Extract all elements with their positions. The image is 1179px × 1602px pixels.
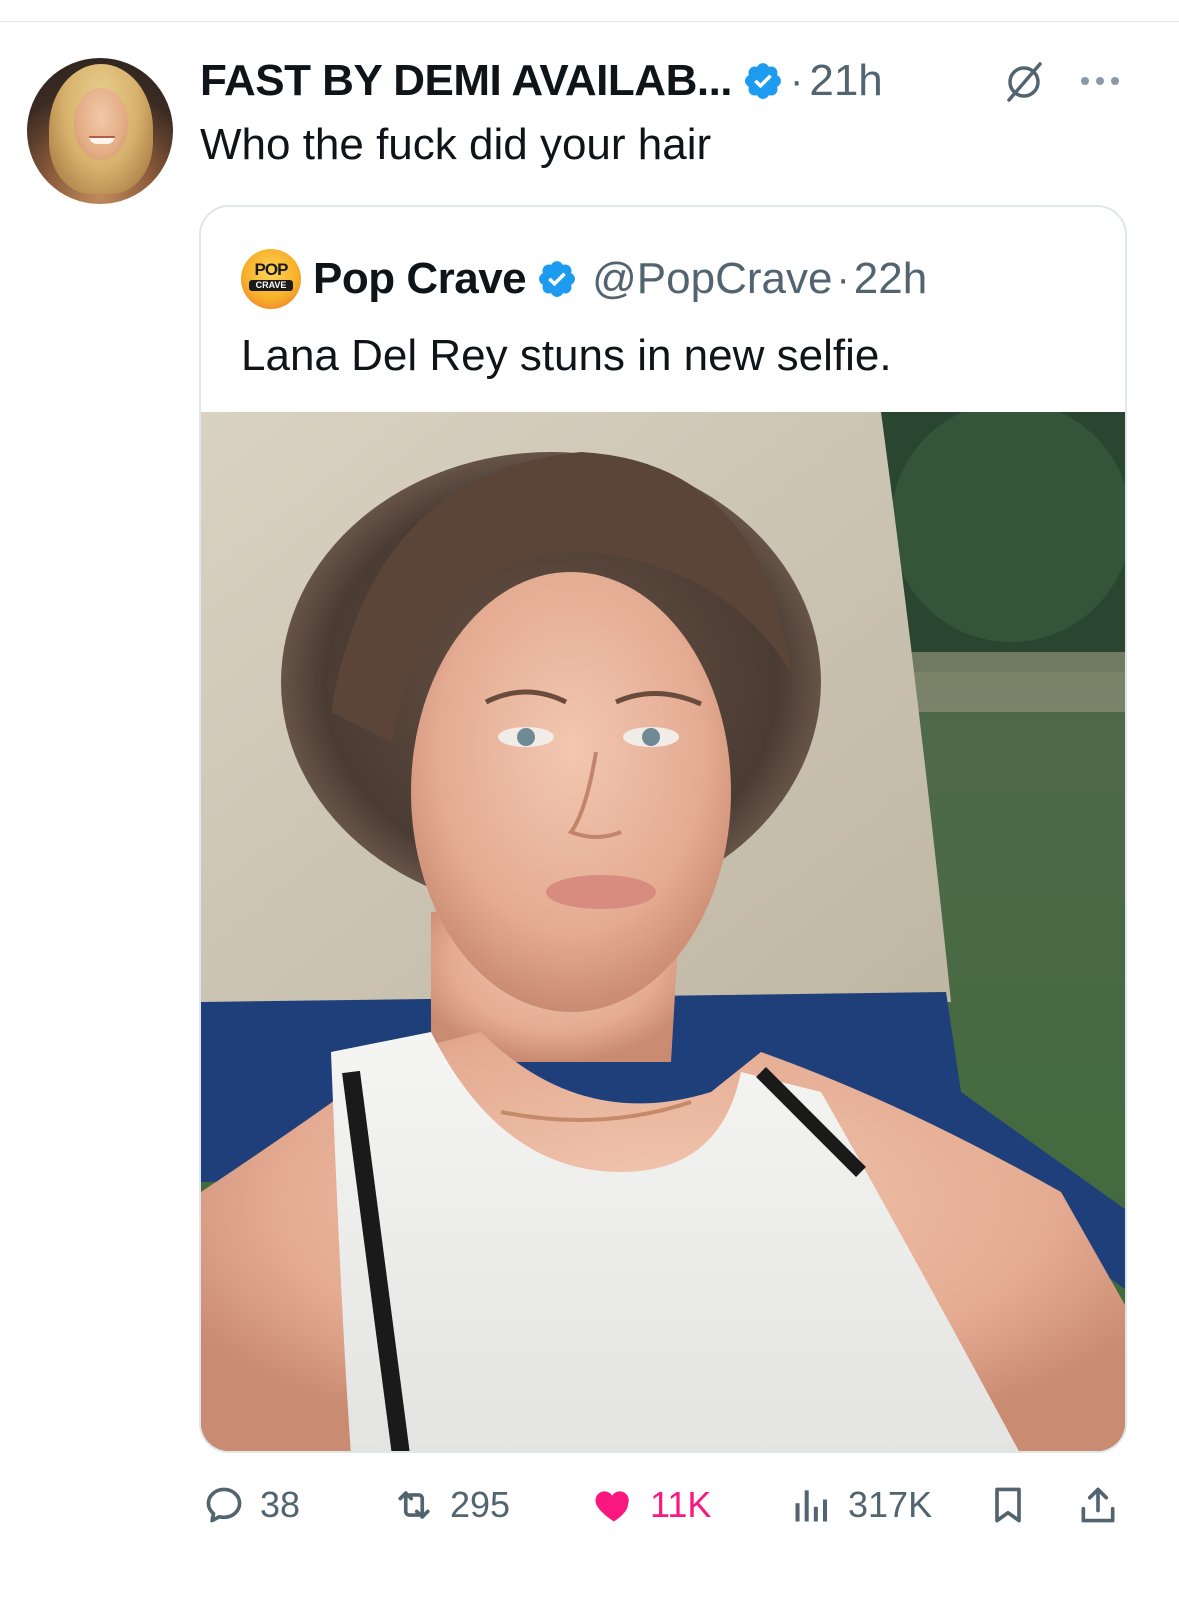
verified-badge-icon <box>539 261 576 297</box>
tweet: FAST BY DEMI AVAILAB... · 21h Who the fu… <box>0 0 1179 1602</box>
repost-button[interactable]: 295 <box>392 1470 510 1540</box>
tweet-time[interactable]: 21h <box>809 56 882 106</box>
quoted-author-avatar[interactable]: POP CRAVE <box>241 249 301 309</box>
heart-icon <box>595 1491 629 1522</box>
like-count: 11K <box>650 1484 712 1525</box>
repost-count: 295 <box>450 1484 511 1525</box>
reply-icon <box>206 1487 242 1523</box>
bookmark-icon <box>995 1487 1021 1523</box>
views-count: 317K <box>848 1484 933 1525</box>
quoted-tweet[interactable]: POP CRAVE Pop Crave @PopCrave · 22h Lana… <box>199 205 1127 1453</box>
pop-crave-logo-bottom: CRAVE <box>249 280 293 291</box>
reply-count: 38 <box>260 1484 301 1525</box>
quoted-tweet-photo[interactable] <box>201 412 1125 1451</box>
author-avatar[interactable] <box>27 58 173 204</box>
more-icon[interactable] <box>1078 74 1122 88</box>
tweet-text: Who the fuck did your hair <box>200 120 712 169</box>
share-button[interactable] <box>1076 1470 1120 1540</box>
verified-badge-icon <box>745 63 781 99</box>
reply-button[interactable]: 38 <box>202 1470 300 1540</box>
author-display-name[interactable]: FAST BY DEMI AVAILAB... <box>200 56 733 106</box>
views-button[interactable]: 317K <box>790 1470 932 1540</box>
action-bar: 38 295 11K 317K <box>0 1470 1179 1540</box>
repost-icon <box>398 1491 430 1519</box>
pop-crave-logo-top: POP <box>254 260 289 279</box>
share-icon <box>1081 1487 1115 1523</box>
quoted-tweet-header: POP CRAVE Pop Crave @PopCrave · 22h <box>241 249 927 309</box>
like-button[interactable]: 11K <box>592 1470 711 1540</box>
selfie-image <box>201 412 1125 1451</box>
separator: · <box>836 256 850 301</box>
tweet-header: FAST BY DEMI AVAILAB... · 21h <box>200 56 883 106</box>
quoted-author-handle[interactable]: @PopCrave <box>592 254 832 304</box>
separator: · <box>790 58 804 103</box>
quoted-tweet-text: Lana Del Rey stuns in new selfie. <box>241 331 892 380</box>
grok-icon[interactable] <box>1000 60 1048 104</box>
views-icon <box>795 1490 828 1522</box>
quoted-author-name[interactable]: Pop Crave <box>313 254 527 304</box>
quoted-tweet-time[interactable]: 22h <box>854 254 927 304</box>
bookmark-button[interactable] <box>986 1470 1030 1540</box>
